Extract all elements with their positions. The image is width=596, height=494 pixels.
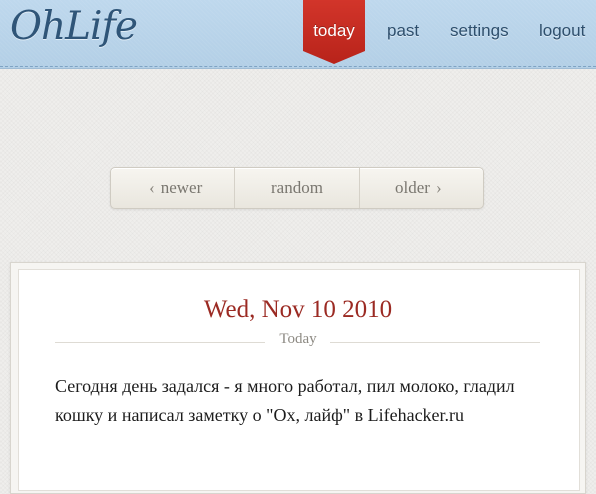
random-label: random: [271, 178, 323, 197]
newer-button[interactable]: ‹ newer: [111, 168, 236, 208]
older-label: older: [395, 178, 430, 197]
newer-label: newer: [160, 178, 203, 197]
header-stitch-divider: [0, 66, 596, 67]
entry-day-label: Today: [279, 331, 317, 347]
random-button[interactable]: random: [235, 168, 360, 208]
nav-settings-link[interactable]: settings: [450, 21, 509, 41]
nav-today-tab[interactable]: today: [303, 0, 365, 64]
older-button[interactable]: older ›: [360, 168, 483, 208]
nav-past-link[interactable]: past: [387, 21, 419, 41]
chevron-left-icon: ‹: [149, 178, 155, 197]
nav-today-label: today: [313, 21, 355, 40]
ohlife-logo[interactable]: OhLife: [10, 4, 138, 49]
entry-date: Wed, Nov 10 2010: [203, 296, 393, 323]
chevron-right-icon: ›: [435, 178, 442, 197]
entry-pager: ‹ newer random older ›: [110, 167, 484, 209]
nav-logout-link[interactable]: logout: [539, 21, 585, 41]
entry-text: Сегодня день задался - я много работал, …: [55, 376, 515, 425]
